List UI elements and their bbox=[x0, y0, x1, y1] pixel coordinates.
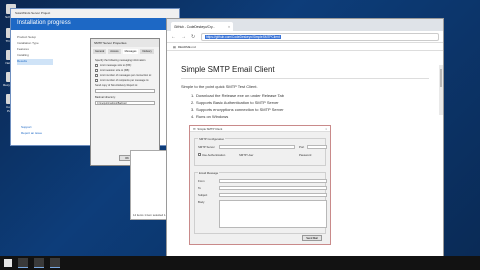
list-item: 3. Supports encryptions connection to SMT… bbox=[191, 107, 284, 112]
browser-tabbar: GitHub - CodeDeskeyo/Cry... × bbox=[167, 19, 443, 31]
book-icon: ▤ bbox=[173, 44, 176, 49]
port-input[interactable] bbox=[307, 145, 327, 149]
tab-general[interactable]: General bbox=[93, 49, 107, 54]
divider bbox=[181, 78, 429, 79]
to-label: To bbox=[198, 186, 201, 190]
tab-access[interactable]: Access bbox=[108, 49, 121, 54]
taskbar-app-browser[interactable] bbox=[34, 258, 44, 268]
from-input[interactable] bbox=[219, 179, 327, 183]
readme-label: README.md bbox=[177, 44, 196, 49]
checkbox[interactable] bbox=[95, 79, 98, 82]
subject-input[interactable] bbox=[219, 193, 327, 197]
tab-delivery[interactable]: Delivery bbox=[140, 49, 154, 54]
scrollbar[interactable] bbox=[439, 65, 443, 115]
smtp-title-bar: ✉ Simple SMTP Client × bbox=[190, 126, 330, 132]
browser-tab[interactable]: GitHub - CodeDeskeyo/Cry... × bbox=[171, 22, 233, 31]
tab-title: GitHub - CodeDeskeyo/Cry... bbox=[174, 24, 216, 29]
user-label: SMTP User bbox=[239, 153, 254, 157]
server-label: SMTP Server bbox=[198, 145, 215, 149]
installer-links: Support Report an issue bbox=[21, 125, 42, 137]
checkbox[interactable] bbox=[95, 64, 98, 67]
password-label: Password bbox=[299, 153, 312, 157]
intro-text: Simple to the point quick SMTP Test Clie… bbox=[181, 84, 258, 89]
address-bar-row: ← → ↻ https://github.com/CodeDeskeyo/Sim… bbox=[167, 31, 443, 43]
smtp-client-screenshot: ✉ Simple SMTP Client × SMTP Configuratio… bbox=[189, 125, 331, 245]
close-icon[interactable]: × bbox=[325, 127, 327, 131]
to-input[interactable] bbox=[219, 186, 327, 190]
installer-step-active[interactable]: Results bbox=[17, 59, 53, 65]
group-legend: SMTP Configuration bbox=[198, 137, 226, 141]
taskbar-app-explorer[interactable] bbox=[18, 258, 28, 268]
smtp-title: Simple SMTP Client bbox=[197, 126, 223, 131]
installer-steps: Product Setup Installation Type Features… bbox=[17, 35, 53, 65]
start-button[interactable] bbox=[4, 259, 12, 267]
dialog-title: SMTP Server Properties bbox=[91, 39, 159, 47]
list-item: 1. Download the Release exe on under Rele… bbox=[191, 93, 284, 98]
address-bar[interactable]: https://github.com/CodeDeskeyo/SimpleSMT… bbox=[201, 32, 439, 41]
feature-list: 1. Download the Release exe on under Rele… bbox=[191, 93, 429, 121]
forward-icon[interactable]: → bbox=[181, 34, 187, 40]
url-text: https://github.com/CodeDeskeyo/SimpleSMT… bbox=[205, 34, 281, 39]
list-item: 2. Supports Basic Authentication to SMTP … bbox=[191, 100, 279, 105]
smtp-message-group: Email Message From To Subject Body bbox=[194, 171, 327, 234]
list-item: 4. Runs on Windows bbox=[191, 114, 229, 119]
body-textarea[interactable] bbox=[219, 200, 327, 228]
send-mail-button[interactable]: Send Mail bbox=[302, 235, 322, 241]
ndr-label: Send copy of Non-Delivery Report to: bbox=[95, 84, 138, 87]
subject-label: Subject bbox=[198, 193, 208, 197]
reload-icon[interactable]: ↻ bbox=[191, 34, 197, 40]
browser-window: GitHub - CodeDeskeyo/Cry... × ← → ↻ http… bbox=[166, 18, 444, 268]
auth-checkbox[interactable]: Use Authentication bbox=[198, 153, 225, 157]
installer-heading: Installation progress bbox=[11, 18, 179, 30]
scrollbar-thumb[interactable] bbox=[440, 69, 442, 87]
installer-title: SolarWinds Server Project bbox=[11, 9, 179, 18]
page-title: Simple SMTP Email Client bbox=[181, 65, 275, 74]
dialog-tabs: General Access Messages Delivery bbox=[91, 47, 159, 56]
app-icon: ✉ bbox=[193, 126, 196, 131]
body-label: Body bbox=[198, 200, 205, 204]
file-header: ▤ README.md bbox=[167, 43, 443, 51]
badmail-label: Badmail directory: bbox=[95, 96, 116, 99]
checkbox[interactable] bbox=[95, 69, 98, 72]
from-label: From bbox=[198, 179, 205, 183]
checkbox[interactable] bbox=[95, 74, 98, 77]
taskbar-app-installer[interactable] bbox=[50, 258, 60, 268]
group-legend: Email Message bbox=[198, 171, 220, 175]
dialog-body: Specify the following messaging informat… bbox=[91, 56, 159, 109]
badmail-field[interactable]: C:\inetpub\mailroot\Badmail bbox=[95, 101, 155, 105]
close-tab-icon[interactable]: × bbox=[228, 25, 230, 29]
port-label: Port bbox=[299, 145, 305, 149]
report-link[interactable]: Report an issue bbox=[21, 131, 42, 137]
tab-messages[interactable]: Messages bbox=[122, 49, 139, 54]
taskbar bbox=[0, 256, 480, 270]
back-icon[interactable]: ← bbox=[171, 34, 177, 40]
readme-content: Simple SMTP Email Client Simple to the p… bbox=[167, 51, 443, 129]
ndr-field[interactable] bbox=[95, 89, 155, 93]
smtp-properties-dialog: SMTP Server Properties General Access Me… bbox=[90, 38, 160, 166]
smtp-config-group: SMTP Configuration SMTP Server Port Use … bbox=[194, 137, 327, 166]
server-input[interactable] bbox=[219, 145, 295, 149]
